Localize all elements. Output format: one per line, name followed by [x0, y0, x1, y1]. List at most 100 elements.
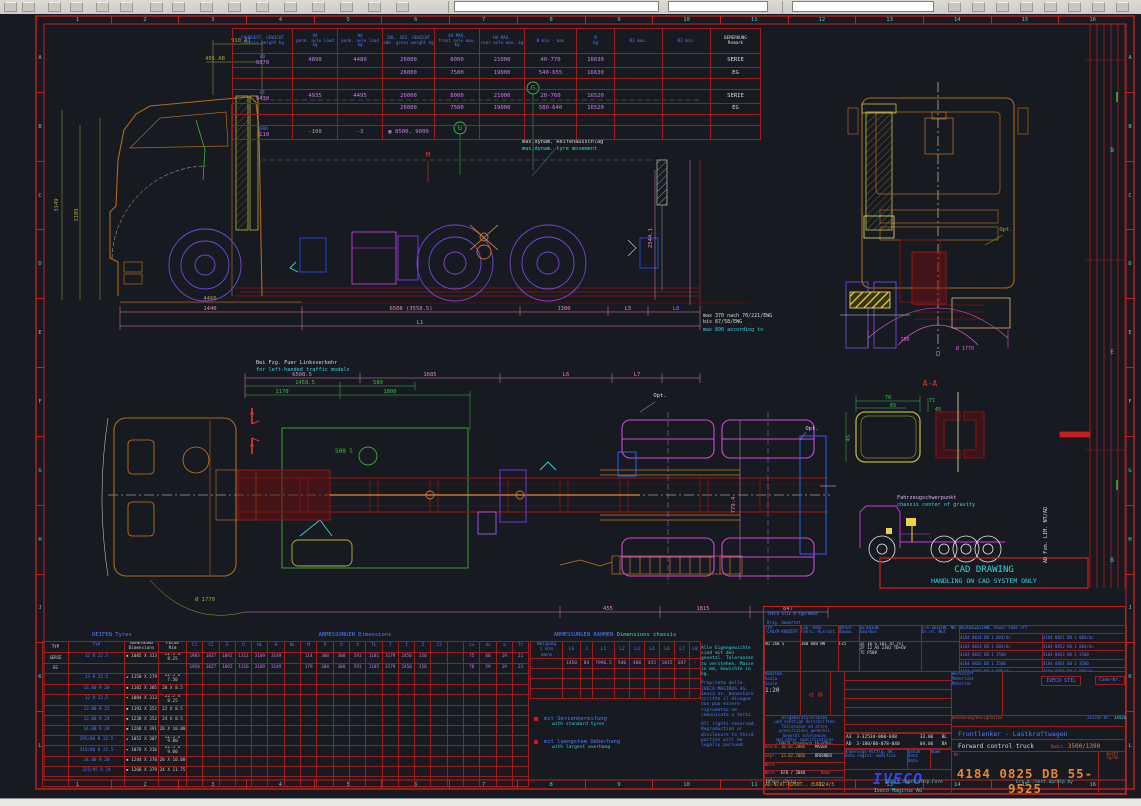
toolbar-icon[interactable] — [200, 2, 213, 12]
drawing-viewport[interactable]: 910 A1 495 AB G G Mmax.dynam. Reifenausschla… — [0, 14, 1141, 798]
table-cell — [300, 776, 318, 788]
table-cell — [495, 776, 513, 788]
toolbar-icon[interactable] — [1092, 2, 1105, 12]
table-cell: 13.00 R 22 — [68, 704, 125, 716]
table-cell: 19 — [495, 651, 513, 664]
table-cell — [430, 724, 448, 736]
table-cell — [614, 77, 663, 90]
nr-label: Nr. — [954, 752, 962, 757]
table-cell — [300, 714, 318, 726]
table-cell — [430, 734, 448, 747]
table-cell: 26000 — [382, 102, 435, 115]
toolbar-icon[interactable] — [996, 2, 1009, 12]
drawing-label: A — [250, 409, 255, 417]
toolbar-icon[interactable] — [1116, 2, 1129, 12]
table-cell — [446, 745, 465, 758]
table-cell — [283, 683, 302, 695]
table-cell: 1092 — [218, 662, 236, 674]
toolbar-icon[interactable] — [368, 2, 381, 12]
drawing-label: □ — [936, 350, 940, 357]
table-cell — [42, 714, 69, 726]
table-cell — [614, 124, 663, 140]
table-cell — [414, 704, 432, 716]
drawing-label: 2544.1 — [648, 228, 654, 248]
table-cell — [332, 704, 350, 716]
table-cell — [365, 714, 383, 726]
toolbar-icon[interactable] — [972, 2, 985, 12]
table-cell — [495, 672, 513, 685]
toolbar-icon[interactable] — [172, 2, 185, 12]
drawing-label: HANDLING ON CAD SYSTEM ONLY — [931, 577, 1037, 585]
zeichn-nr-value: 34920 — [1113, 715, 1126, 720]
table-cell — [251, 766, 269, 778]
toolbar-icon[interactable] — [70, 2, 83, 12]
table-cell: 1311 — [234, 651, 253, 664]
drawing-label: 1800 — [383, 389, 396, 395]
table-cell — [332, 734, 350, 747]
table-cell: L3 — [629, 641, 645, 659]
table-cell — [430, 766, 448, 778]
drawing-label: 750 — [900, 337, 909, 343]
footnote-2-en: with largest overhang — [552, 745, 611, 750]
table-cell: 1827 — [202, 662, 220, 674]
list-item: 14 — [924, 16, 992, 24]
revision-strip — [1059, 24, 1126, 588]
table-cell: EG — [42, 662, 69, 674]
table-cell: 1092 — [218, 651, 236, 664]
table-cell: 315/80 R 22.5 — [68, 745, 125, 758]
table-cell: SERIE — [710, 53, 761, 68]
table-cell — [348, 672, 367, 685]
toolbar-combobox[interactable] — [792, 1, 934, 12]
toolbar-icon[interactable] — [1044, 2, 1057, 12]
table-cell — [430, 662, 448, 674]
iveco-stil-label: IVECO STIL — [1041, 676, 1082, 686]
table-cell: 20 X 10.00 — [158, 724, 187, 736]
table-cell — [158, 776, 187, 788]
toolbar-icon[interactable] — [120, 2, 133, 12]
toolbar-combobox[interactable] — [668, 1, 768, 12]
table-cell — [300, 766, 318, 778]
table-cell — [495, 756, 513, 768]
drawing-label: 1170 — [275, 389, 288, 395]
toolbar-icon[interactable] — [1020, 2, 1033, 12]
toolbar-icon[interactable] — [96, 2, 109, 12]
table-cell — [580, 687, 593, 699]
toolbar-icon[interactable] — [340, 2, 353, 12]
table-cell — [511, 693, 530, 706]
list-item: 9 — [586, 16, 654, 24]
table-cell: 4495 — [337, 88, 383, 104]
toolbar-icon[interactable] — [48, 2, 61, 12]
toolbar-icon[interactable] — [1068, 2, 1081, 12]
table-cell — [689, 667, 701, 679]
table-cell: EG — [710, 102, 761, 115]
drawing-label: L8 — [673, 306, 680, 312]
toolbar-icon[interactable] — [228, 2, 241, 12]
table-cell — [479, 693, 497, 706]
toolbar-icon[interactable] — [312, 2, 325, 12]
toolbar-icon[interactable] — [4, 2, 17, 12]
table-cell: 16630 — [576, 66, 615, 79]
table-cell — [267, 776, 285, 788]
toolbar-icon[interactable] — [256, 2, 269, 12]
plan-view — [101, 373, 836, 618]
toolbar-icon[interactable] — [284, 2, 297, 12]
table-cell: 22.5 X 8.25 — [158, 693, 187, 706]
table-cell: 26000 — [382, 53, 435, 68]
table-cell — [414, 724, 432, 736]
toolbar-icon[interactable] — [948, 2, 961, 12]
table-cell — [495, 766, 513, 778]
table-cell: 400 — [629, 657, 645, 669]
toolbar-icon[interactable] — [22, 2, 35, 12]
table-cell — [430, 683, 448, 695]
toolbar-combobox[interactable] — [454, 1, 659, 12]
table-cell — [414, 776, 432, 788]
table-cell — [158, 662, 187, 674]
list-item: 4184 0854 DB 1 3500 — [1043, 660, 1126, 669]
scale-value: 1:20 — [765, 687, 780, 694]
toolbar-icon[interactable] — [150, 2, 163, 12]
toolbar-icon[interactable] — [396, 2, 409, 12]
table-cell — [397, 672, 416, 685]
table-cell: 12 R 22.5 — [68, 693, 125, 706]
table-cell — [218, 683, 236, 695]
table-cell: 1181 — [365, 651, 383, 664]
